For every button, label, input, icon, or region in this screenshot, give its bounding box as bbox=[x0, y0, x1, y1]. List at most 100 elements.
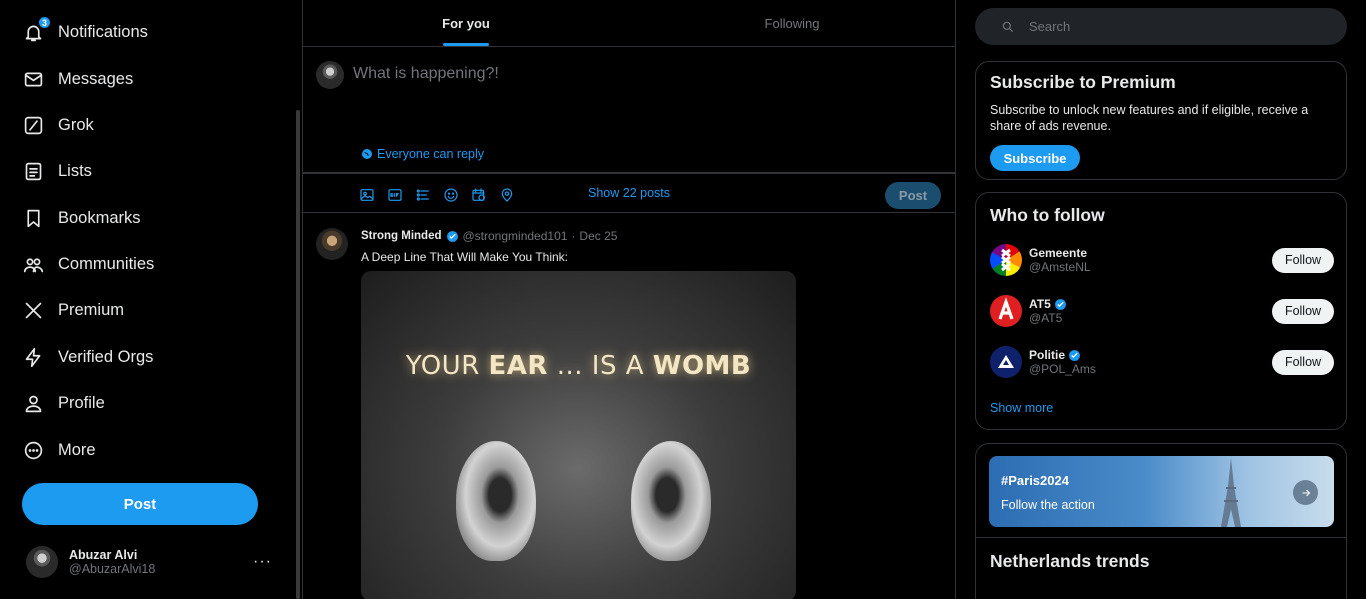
nav-label: Lists bbox=[58, 161, 92, 180]
feed-tabs: For you Following bbox=[303, 0, 955, 47]
verified-badge-icon bbox=[446, 230, 458, 242]
follow-suggestion[interactable]: Gemeente @AmsteNL Follow bbox=[990, 242, 1334, 278]
suggestion-name: Politie bbox=[1029, 348, 1066, 362]
lightning-icon bbox=[22, 346, 44, 368]
compose-input[interactable] bbox=[353, 65, 913, 83]
follow-suggestion[interactable]: Politie @POL_Ams Follow bbox=[990, 344, 1334, 380]
follow-button[interactable]: Follow bbox=[1272, 247, 1334, 273]
nav-label: Premium bbox=[58, 300, 125, 319]
nav-label: Messages bbox=[58, 69, 134, 88]
tweet-text: A Deep Line That Will Make You Think: bbox=[361, 250, 569, 264]
image-caption: YOUR EAR ... IS A WOMB bbox=[405, 351, 752, 381]
eiffel-tower-icon bbox=[1221, 458, 1241, 527]
tab-following[interactable]: Following bbox=[629, 0, 955, 46]
suggestion-handle: @AmsteNL bbox=[1029, 260, 1091, 274]
nav-item-verified-orgs[interactable]: Verified Orgs bbox=[22, 337, 153, 377]
envelope-icon bbox=[22, 68, 44, 90]
nav-item-messages[interactable]: Messages bbox=[22, 59, 133, 99]
ear-illustration bbox=[456, 441, 536, 561]
reply-setting-label: Everyone can reply bbox=[377, 147, 485, 161]
banner-subtitle: Follow the action bbox=[1001, 498, 1095, 512]
trends-card: #Paris2024 Follow the action Netherlands… bbox=[975, 443, 1347, 599]
nav-label: Notifications bbox=[58, 22, 148, 41]
bell-icon: 3 bbox=[22, 16, 51, 43]
arrow-right-icon[interactable] bbox=[1293, 480, 1318, 505]
premium-card: Subscribe to Premium Subscribe to unlock… bbox=[975, 61, 1347, 180]
globe-icon bbox=[362, 149, 372, 159]
show-new-posts[interactable]: Show 22 posts bbox=[303, 173, 955, 213]
subscribe-button[interactable]: Subscribe bbox=[990, 145, 1080, 171]
nav-item-notifications[interactable]: 3 Notifications bbox=[22, 12, 148, 52]
tweet-image[interactable]: YOUR EAR ... IS A WOMB bbox=[361, 271, 796, 599]
suggestion-handle: @AT5 bbox=[1029, 311, 1063, 325]
suggestion-name: AT5 bbox=[1029, 297, 1051, 311]
reply-setting[interactable]: Everyone can reply bbox=[361, 147, 484, 161]
follow-button[interactable]: Follow bbox=[1272, 349, 1334, 375]
grok-icon bbox=[22, 114, 44, 136]
bookmark-icon bbox=[22, 207, 44, 229]
compose-box: Everyone can reply Post bbox=[303, 47, 955, 209]
follow-suggestion[interactable]: AT5 @AT5 Follow bbox=[990, 293, 1334, 329]
nav-label: Communities bbox=[58, 254, 155, 273]
tweet-date[interactable]: Dec 25 bbox=[579, 229, 617, 243]
tweet-author-handle[interactable]: @strongminded101 bbox=[463, 229, 568, 243]
search-bar[interactable] bbox=[975, 8, 1347, 45]
nav-item-premium[interactable]: Premium bbox=[22, 290, 124, 330]
tweet-header: Strong Minded @strongminded101 · Dec 25 bbox=[361, 229, 617, 243]
notification-badge: 3 bbox=[38, 16, 51, 29]
avatar bbox=[990, 244, 1022, 276]
verified-badge-icon bbox=[1054, 298, 1066, 310]
left-nav: 3 Notifications Messages Grok Lists Book… bbox=[0, 0, 300, 599]
communities-icon bbox=[22, 253, 44, 275]
avatar bbox=[990, 346, 1022, 378]
main-feed: For you Following Everyone can reply Pos… bbox=[302, 0, 956, 599]
avatar bbox=[26, 546, 58, 578]
trends-title: Netherlands trends bbox=[990, 551, 1150, 571]
who-to-follow-title: Who to follow bbox=[990, 205, 1105, 225]
person-icon bbox=[22, 392, 44, 414]
account-handle: @AbuzarAlvi18 bbox=[69, 562, 156, 576]
x-logo-icon bbox=[22, 299, 44, 321]
suggestion-name: Gemeente bbox=[1029, 246, 1088, 260]
nav-item-profile[interactable]: Profile bbox=[22, 383, 105, 423]
nav-item-grok[interactable]: Grok bbox=[22, 105, 94, 145]
account-name: Abuzar Alvi bbox=[69, 548, 138, 562]
at5-logo-icon bbox=[998, 297, 1014, 320]
more-circle-icon bbox=[22, 439, 44, 461]
nav-label: Verified Orgs bbox=[58, 347, 154, 366]
ear-illustration bbox=[631, 441, 711, 561]
banner-title: #Paris2024 bbox=[1001, 473, 1069, 488]
scrollbar[interactable] bbox=[296, 110, 300, 599]
paris2024-banner[interactable]: #Paris2024 Follow the action bbox=[989, 456, 1334, 527]
premium-title: Subscribe to Premium bbox=[990, 72, 1176, 92]
nav-item-communities[interactable]: Communities bbox=[22, 244, 154, 284]
who-to-follow-card: Who to follow Gemeente @AmsteNL Follow A… bbox=[975, 192, 1347, 430]
premium-description: Subscribe to unlock new features and if … bbox=[990, 103, 1309, 133]
police-logo-icon bbox=[998, 355, 1014, 368]
search-icon bbox=[1002, 21, 1014, 32]
nav-item-lists[interactable]: Lists bbox=[22, 151, 92, 191]
nav-item-more[interactable]: More bbox=[22, 430, 96, 470]
verified-badge-icon bbox=[1069, 349, 1080, 361]
nav-label: Profile bbox=[58, 393, 105, 412]
suggestion-handle: @POL_Ams bbox=[1029, 362, 1096, 376]
post-button[interactable]: Post bbox=[22, 483, 258, 525]
tab-for-you[interactable]: For you bbox=[303, 0, 629, 46]
list-icon bbox=[22, 160, 44, 182]
nav-label: Bookmarks bbox=[58, 208, 141, 227]
nav-label: Grok bbox=[58, 115, 94, 134]
avatar bbox=[990, 295, 1022, 327]
show-more-link[interactable]: Show more bbox=[990, 401, 1053, 415]
nav-item-bookmarks[interactable]: Bookmarks bbox=[22, 198, 141, 238]
divider bbox=[976, 537, 1346, 538]
nav-label: More bbox=[58, 440, 96, 459]
search-input[interactable] bbox=[1029, 19, 1309, 34]
tweet[interactable]: Strong Minded @strongminded101 · Dec 25 … bbox=[303, 214, 955, 599]
follow-button[interactable]: Follow bbox=[1272, 298, 1334, 324]
account-switcher[interactable]: Abuzar Alvi @AbuzarAlvi18 bbox=[26, 546, 155, 578]
account-menu-icon[interactable]: ··· bbox=[253, 553, 272, 571]
tweet-author-name[interactable]: Strong Minded bbox=[361, 230, 442, 242]
avatar bbox=[316, 61, 344, 89]
avatar[interactable] bbox=[316, 228, 348, 260]
amsterdam-cross-icon bbox=[1001, 248, 1011, 272]
